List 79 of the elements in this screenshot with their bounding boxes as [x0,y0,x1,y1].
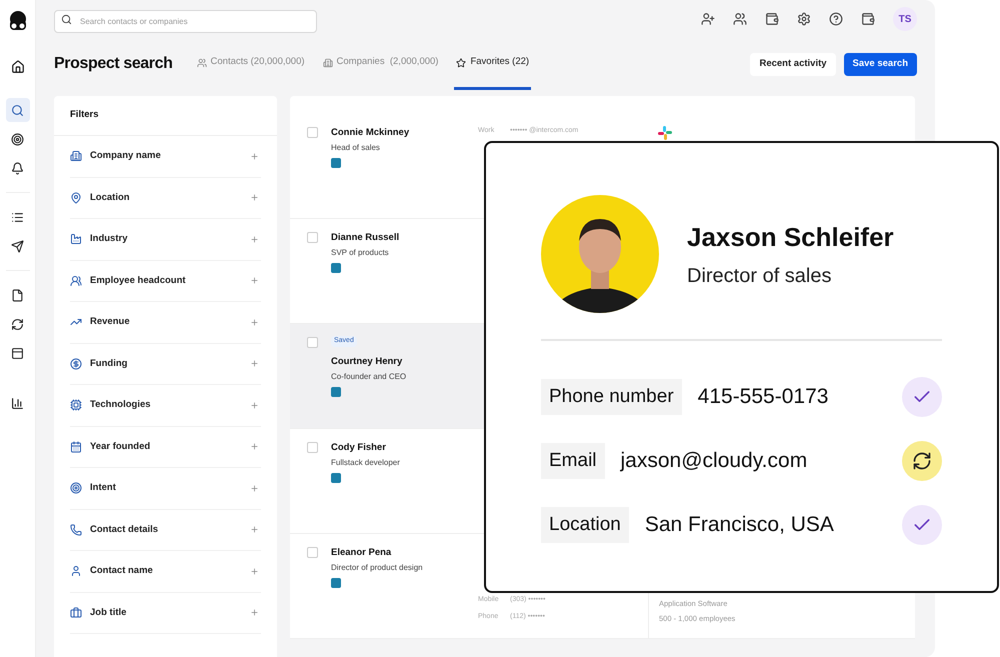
plus-icon [250,318,259,327]
plus-icon [250,193,259,202]
building-icon [70,150,82,162]
wallet-icon[interactable] [765,12,779,26]
plus-icon [250,359,259,368]
user-icon [70,565,82,578]
briefcase-icon [70,606,82,619]
calendar-icon [70,440,82,453]
star-icon [456,58,466,68]
factory-icon [70,233,82,246]
filter-item[interactable]: Contact name [70,551,261,592]
filter-item[interactable]: Funding [70,344,261,385]
settings-icon[interactable] [797,12,811,26]
bar-chart-icon[interactable] [11,397,24,410]
people-icon [70,274,82,287]
checkbox[interactable] [307,232,318,243]
contact-name: Eleanor Pena [331,546,392,560]
contact-name: Connie Mckinney [331,126,410,140]
contact-name: Courtney Henry [331,354,402,368]
contact-name: Cody Fisher [331,441,386,455]
profile-title: Director of sales [687,264,832,288]
filter-item[interactable]: Location [70,178,261,219]
contact-role: Co-founder and CEO [331,370,406,383]
building-icon [322,58,333,68]
checkbox[interactable] [307,442,318,453]
recent-activity-button[interactable]: Recent activity [750,52,836,76]
search-icon [61,14,72,25]
contact-role: Fullstack developer [331,457,400,470]
search-field[interactable]: Search contacts or companies [54,10,317,33]
filter-item[interactable]: Company name [70,136,261,178]
field-value: 415-555-0173 [698,384,830,410]
field-label: Email [541,442,605,480]
contact-role: Head of sales [331,142,380,154]
plus-icon [250,484,259,493]
field-value: jaxson@cloudy.com [620,448,808,474]
filter-item[interactable]: Job title [70,592,261,634]
add-user-icon[interactable] [701,12,715,26]
filter-item[interactable]: Technologies [70,385,261,426]
search-icon[interactable] [6,98,30,122]
map-pin-icon [70,192,82,204]
filter-item[interactable]: Industry [70,219,261,260]
plus-icon [250,234,259,244]
field-value: San Francisco, USA [644,512,835,538]
filter-item[interactable]: Year founded [70,426,261,468]
plus-icon [250,442,259,452]
user-avatar[interactable]: TS [893,7,917,31]
slack-icon [658,126,672,140]
field-label: Location [541,506,629,544]
page-title: Prospect search [54,54,173,74]
help-icon[interactable] [829,12,843,26]
people-icon [196,58,207,68]
profile-name: Jaxson Schleifer [687,220,894,254]
home-icon[interactable] [10,60,24,74]
plus-icon [250,566,259,576]
field-label: Phone number [541,378,682,416]
filter-item[interactable]: Revenue [70,302,261,344]
people-icon[interactable] [733,12,747,26]
filter-item[interactable]: Employee headcount [70,260,261,302]
checkbox[interactable] [307,547,318,558]
save-search-button[interactable]: Save search [844,52,917,76]
filter-item[interactable]: Intent [70,468,261,510]
contact-role: Director of product design [331,562,423,574]
plus-icon [250,276,259,286]
target-icon [70,482,82,494]
checkbox[interactable] [307,127,318,138]
checkbox[interactable] [307,337,318,348]
plus-icon [250,152,259,161]
phone-icon [70,524,82,536]
plus-icon [250,400,259,410]
plus-icon [250,525,259,534]
tab[interactable]: Favorites (22) [454,38,532,90]
plus-icon [250,608,259,618]
chip-icon [70,399,82,412]
wallet-icon[interactable] [861,12,875,26]
dollar-icon [70,358,82,370]
filter-item[interactable]: Contact details [70,510,261,551]
contact-name: Dianne Russell [331,231,400,245]
filters-title: Filters [54,96,277,136]
contact-role: SVP of products [331,247,389,260]
